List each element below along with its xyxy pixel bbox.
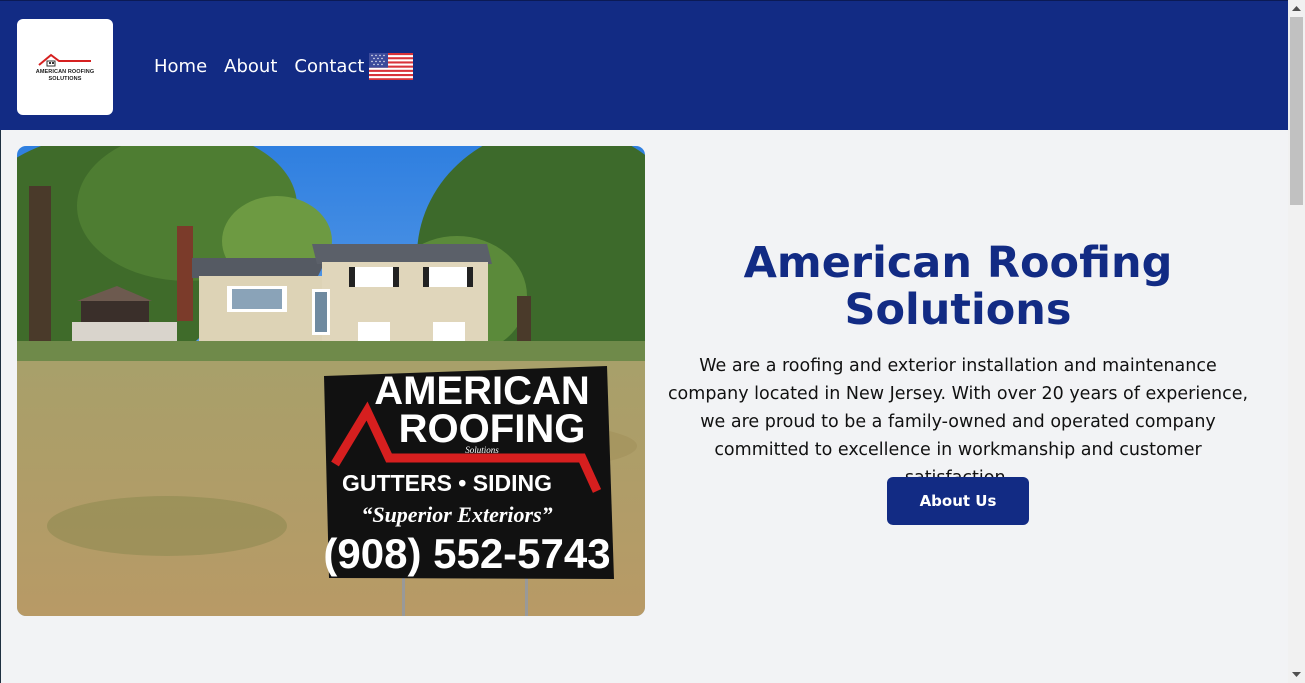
sign-line-5: “Superior Exteriors” (361, 502, 552, 527)
sign-line-3: Solutions (465, 445, 499, 455)
nav-about-link[interactable]: About (224, 56, 277, 78)
logo-text: AMERICAN ROOFING SOLUTIONS (36, 69, 94, 83)
nav-contact-link[interactable]: Contact (294, 56, 364, 78)
vertical-scrollbar[interactable] (1288, 0, 1305, 683)
hero-title: American Roofing Solutions (660, 240, 1256, 334)
house-roof-icon (38, 53, 91, 66)
about-us-button[interactable]: About Us (887, 477, 1029, 525)
scroll-up-icon[interactable] (1288, 0, 1305, 17)
hero-description: We are a roofing and exterior installati… (667, 356, 1249, 488)
scroll-thumb[interactable] (1290, 17, 1303, 205)
nav-home-link[interactable]: Home (154, 56, 207, 78)
site-logo[interactable]: AMERICAN ROOFING SOLUTIONS (17, 19, 113, 115)
hero-photo: AMERICAN ROOFING Solutions GUTTERS • SID… (17, 146, 645, 616)
hero-title-line-2: Solutions (844, 285, 1072, 335)
main-nav: Home About Contact (154, 56, 381, 78)
scroll-down-icon[interactable] (1288, 666, 1305, 683)
logo-line-2: SOLUTIONS (48, 75, 82, 82)
us-flag-icon[interactable] (369, 53, 413, 80)
sign-line-4: GUTTERS • SIDING (342, 470, 552, 496)
navbar: AMERICAN ROOFING SOLUTIONS Home About Co… (0, 0, 1288, 130)
sign-phone: (908) 552-5743 (323, 530, 610, 577)
hero-title-line-1: American Roofing (743, 238, 1173, 288)
logo-line-1: AMERICAN ROOFING (35, 68, 95, 75)
